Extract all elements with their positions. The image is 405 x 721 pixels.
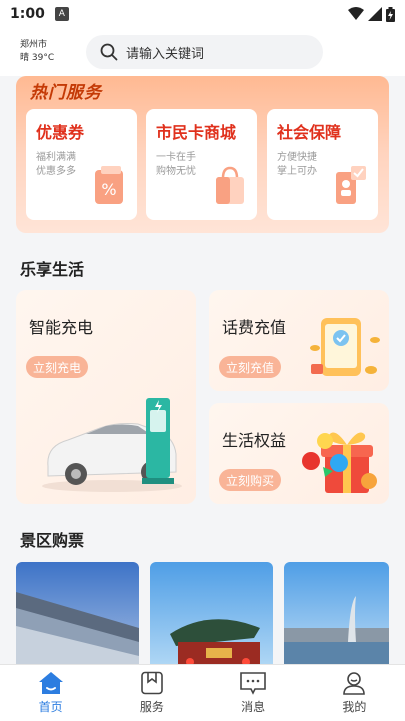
search-placeholder: 请输入关键词: [126, 46, 205, 62]
scenic-image-1: [16, 562, 139, 664]
status-bar: 1:00 A: [0, 0, 405, 28]
service-bookmark-icon: [141, 671, 163, 695]
gift-box-icon: [302, 432, 377, 493]
life-benefits-card[interactable]: 生活权益 立刻购买: [209, 403, 389, 504]
main-content[interactable]: 热门服务 优惠券 福利满满 优惠多多 % 市民卡商城 一卡在手 购物无忧 社会保…: [0, 76, 405, 664]
scenic-image-2: [150, 562, 273, 664]
card-title: 社会保障: [277, 123, 342, 142]
scenic-card-2[interactable]: [150, 562, 273, 664]
card-title: 智能充电: [29, 318, 94, 337]
home-icon: [38, 672, 63, 694]
coupon-icon: %: [95, 166, 123, 204]
phone-recharge-icon: [310, 318, 380, 376]
svg-text:%: %: [101, 180, 116, 199]
social-security-card[interactable]: 社会保障 方便快捷 掌上可办: [267, 109, 378, 220]
wifi-icon: [348, 7, 364, 20]
card-title: 市民卡商城: [156, 123, 237, 142]
search-input[interactable]: 请输入关键词: [86, 35, 323, 69]
city-name: 郑州市: [20, 40, 48, 50]
scenic-image-3: [284, 562, 389, 664]
scenic-section-title: 景区购票: [20, 531, 85, 550]
card-line: 一卡在手: [156, 152, 196, 163]
tab-messages[interactable]: 消息: [203, 665, 304, 721]
tab-home[interactable]: 首页: [0, 665, 101, 721]
citizen-card-mall-card[interactable]: 市民卡商城 一卡在手 购物无忧: [146, 109, 257, 220]
header: 郑州市 晴 39°C 请输入关键词: [0, 28, 405, 76]
card-title: 优惠券: [36, 123, 85, 142]
charge-now-button[interactable]: 立刻充电: [26, 356, 89, 378]
card-title: 生活权益: [222, 431, 287, 450]
tab-label: 首页: [38, 700, 63, 714]
status-time: 1:00: [10, 6, 45, 22]
tab-label: 我的: [342, 700, 367, 714]
buy-now-button[interactable]: 立刻购买: [219, 469, 282, 491]
bottom-tab-bar: 首页 服务 消息 我的: [0, 664, 405, 721]
card-title: 话费充值: [222, 318, 287, 337]
electric-car-icon: [42, 398, 182, 492]
shopping-bag-icon: [216, 166, 244, 204]
tab-label: 服务: [139, 700, 164, 714]
tab-services[interactable]: 服务: [101, 665, 202, 721]
phone-check-icon: [336, 166, 366, 204]
phone-recharge-card[interactable]: 话费充值 立刻充值: [209, 290, 389, 391]
card-line: 福利满满: [36, 152, 76, 163]
location-weather[interactable]: 郑州市 晴 39°C: [20, 39, 76, 65]
scenic-card-3[interactable]: [284, 562, 389, 664]
battery-icon: [386, 6, 395, 22]
status-right: [348, 6, 395, 22]
weather-text: 晴 39°C: [20, 53, 55, 63]
tab-label: 消息: [241, 700, 266, 714]
hot-services-title: 热门服务: [30, 83, 102, 103]
signal-icon: [368, 7, 382, 21]
life-section-title: 乐享生活: [20, 260, 85, 279]
tab-profile[interactable]: 我的: [304, 665, 405, 721]
smart-charging-card[interactable]: 智能充电 立刻充电: [16, 290, 196, 504]
recharge-now-button[interactable]: 立刻充值: [219, 356, 282, 378]
user-icon: [343, 672, 366, 695]
coupon-card[interactable]: 优惠券 福利满满 优惠多多 %: [26, 109, 137, 220]
card-line: 方便快捷: [277, 152, 317, 163]
scenic-card-1[interactable]: [16, 562, 139, 664]
notification-a-icon: A: [54, 7, 69, 21]
hot-services-panel: 热门服务 优惠券 福利满满 优惠多多 % 市民卡商城 一卡在手 购物无忧 社会保…: [16, 76, 389, 233]
search-icon: [100, 43, 118, 61]
message-icon: [240, 672, 266, 695]
